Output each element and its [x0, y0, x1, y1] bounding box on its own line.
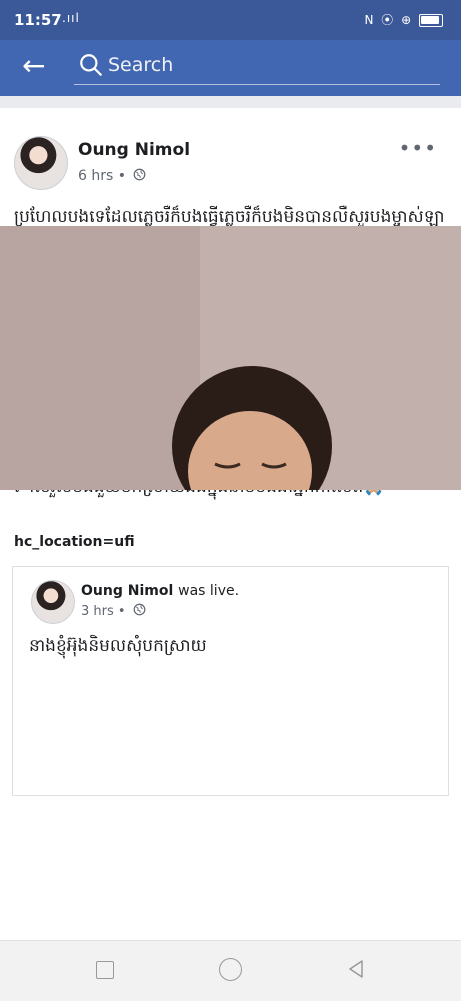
- nfc-alarm-icons: N ⦿ ⊕: [364, 13, 414, 27]
- shared-meta-separator: •: [117, 604, 126, 619]
- recent-apps-button[interactable]: [96, 961, 114, 979]
- shared-meta: 3 hrs •: [81, 603, 146, 619]
- more-options-icon[interactable]: •••: [399, 136, 437, 160]
- post-card: Oung Nimol 6 hrs • ••• ប្រហែលបងទេដែលភ្លេ…: [0, 120, 461, 940]
- location-text: hc_location=ufi: [14, 534, 135, 550]
- home-button[interactable]: [219, 958, 242, 981]
- shared-globe-icon: [133, 603, 146, 616]
- shared-author-line: Oung Nimol was live.: [81, 583, 239, 599]
- post-meta: 6 hrs •: [78, 168, 146, 184]
- search-placeholder: Search: [108, 54, 174, 76]
- back-arrow-icon[interactable]: ←: [22, 50, 45, 82]
- author-avatar[interactable]: [14, 136, 68, 190]
- shared-action-text: was live.: [178, 583, 240, 599]
- live-video-thumbnail[interactable]: [0, 226, 461, 490]
- shared-live-card[interactable]: Oung Nimol was live. 3 hrs • នាងខ្ញុំអ៊ុ…: [12, 566, 449, 796]
- signal-wifi-icons: .ııl: [62, 11, 80, 25]
- meta-separator: •: [117, 168, 126, 184]
- battery-icon: [419, 14, 443, 27]
- shared-author-avatar[interactable]: [31, 580, 75, 624]
- back-button[interactable]: [346, 959, 366, 979]
- status-time: 11:57: [14, 11, 62, 29]
- card-top-gap: [0, 108, 461, 120]
- section-divider: [0, 96, 461, 108]
- shared-author-name[interactable]: Oung Nimol: [81, 583, 173, 599]
- shared-time[interactable]: 3 hrs: [81, 604, 114, 619]
- search-input[interactable]: Search: [74, 50, 440, 85]
- status-right-icons: N ⦿ ⊕: [364, 11, 443, 28]
- video-frame-image: [0, 226, 461, 490]
- globe-icon: [134, 168, 146, 181]
- search-header: ← Search: [0, 40, 461, 96]
- post-time[interactable]: 6 hrs: [78, 168, 113, 184]
- search-icon: [80, 54, 102, 76]
- status-bar: 11:57 .ııl N ⦿ ⊕: [0, 0, 461, 40]
- android-nav-bar: [0, 940, 461, 1001]
- post-author-name[interactable]: Oung Nimol: [78, 140, 190, 160]
- shared-post-text: នាងខ្ញុំអ៊ុងនិមលសុំបកស្រាយ: [29, 636, 207, 656]
